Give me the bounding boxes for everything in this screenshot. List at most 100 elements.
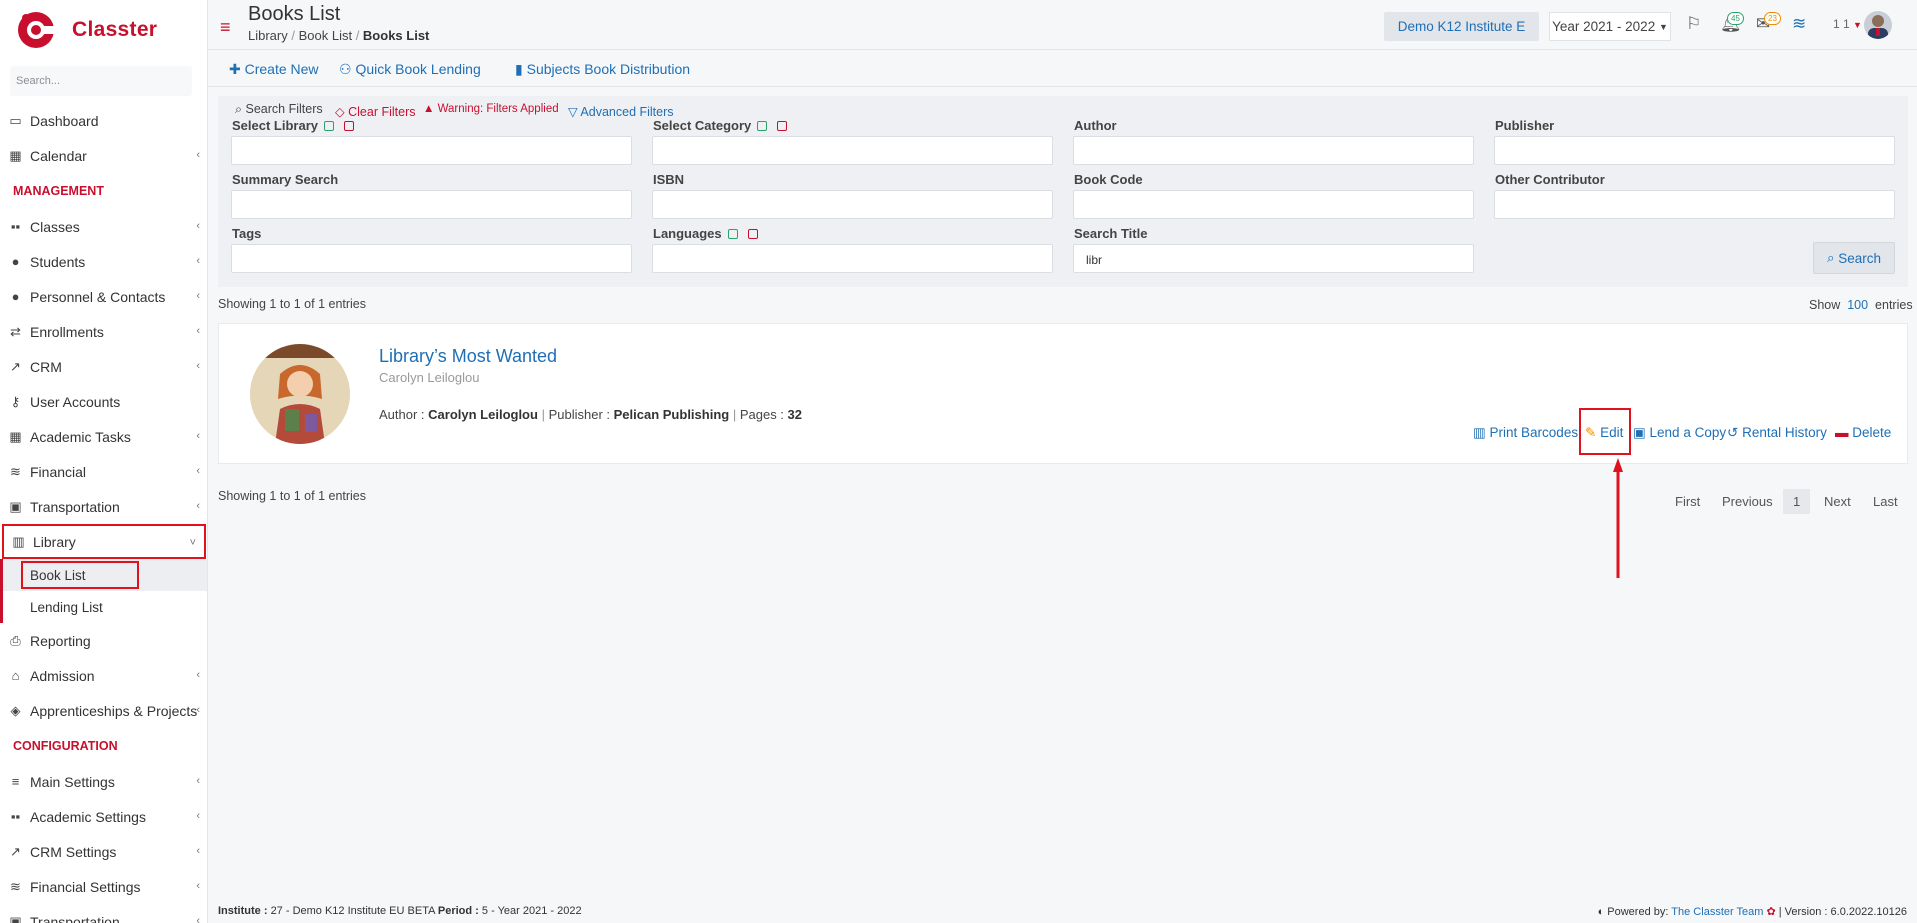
isbn-label: ISBN xyxy=(653,172,685,187)
lend-a-copy-button[interactable]: ▣ Lend a Copy xyxy=(1633,425,1726,441)
user-menu[interactable]: 1 1 ▼ xyxy=(1833,17,1862,31)
tags-input[interactable] xyxy=(231,244,632,273)
sidebar-item-students[interactable]: ● Students ‹ xyxy=(0,244,207,279)
sidebar-item-dashboard[interactable]: ▭ Dashboard xyxy=(0,103,207,138)
breadcrumb-book-list[interactable]: Book List xyxy=(299,28,352,43)
sidebar-search-input[interactable]: Search... xyxy=(10,66,192,96)
sidebar-item-label: Admission xyxy=(30,667,95,684)
sidebar-item-classes[interactable]: ▪▪ Classes ‹ xyxy=(0,209,207,244)
sidebar-subitem-lending-list[interactable]: Lending List xyxy=(0,591,207,623)
search-button[interactable]: ⌕ Search xyxy=(1813,242,1895,274)
search-title-input[interactable]: libr xyxy=(1073,244,1474,273)
isbn-input[interactable] xyxy=(652,190,1053,219)
sidebar-item-reporting[interactable]: ⎙ Reporting xyxy=(0,623,207,658)
sidebar-item-apprenticeships[interactable]: ◈ Apprenticeships & Projects ‹ xyxy=(0,693,207,728)
deselect-all-checkbox-icon[interactable] xyxy=(344,121,354,131)
classter-logo-icon xyxy=(16,10,56,50)
summary-search-input[interactable] xyxy=(231,190,632,219)
create-new-label: Create New xyxy=(244,61,319,77)
sidebar-item-library[interactable]: ▥ Library ˅ xyxy=(2,524,206,559)
year-selector[interactable]: Year 2021 - 2022 ▼ xyxy=(1549,12,1671,41)
select-all-checkbox-icon[interactable] xyxy=(757,121,768,131)
flag-icon[interactable]: ⚐ xyxy=(1686,14,1701,34)
deselect-all-checkbox-icon[interactable] xyxy=(777,121,788,131)
sidebar-item-label: Dashboard xyxy=(30,112,99,129)
version-text: | Version : 6.0.2022.10126 xyxy=(1778,906,1907,918)
chevron-left-icon: ‹ xyxy=(196,290,200,302)
publisher-meta-label: Publisher : xyxy=(548,407,610,422)
sidebar-item-user-accounts[interactable]: ⚷ User Accounts xyxy=(0,384,207,419)
book-cover-image[interactable] xyxy=(250,344,350,444)
select-all-checkbox-icon[interactable] xyxy=(727,229,738,239)
clear-filters-label: Clear Filters xyxy=(348,105,416,119)
rental-history-button[interactable]: ↺ Rental History xyxy=(1727,425,1827,441)
pagination-first[interactable]: First xyxy=(1675,494,1700,509)
messages-badge: 23 xyxy=(1764,12,1781,25)
sidebar-nav: ▭ Dashboard ▦ Calendar ‹ MANAGEMENT ▪▪ Class… xyxy=(0,103,207,923)
classter-logo-small-icon: ✿ xyxy=(1766,906,1776,918)
top-bar: ≡ Books List Library / Book List / Books… xyxy=(208,0,1917,50)
sidebar: Classter Search... ▭ Dashboard ▦ Calendar ‹… xyxy=(0,0,208,923)
quick-book-lending-button[interactable]: ⚇ Quick Book Lending xyxy=(339,61,481,78)
sidebar-item-enrollments[interactable]: ⇄ Enrollments ‹ xyxy=(0,314,207,349)
book-title-link[interactable]: Library’s Most Wanted xyxy=(379,346,557,367)
classter-team-link[interactable]: The Classter Team xyxy=(1671,906,1763,918)
quick-lending-label: Quick Book Lending xyxy=(355,61,481,77)
sidebar-item-personnel[interactable]: ● Personnel & Contacts ‹ xyxy=(0,279,207,314)
sidebar-item-label: Academic Settings xyxy=(30,808,146,825)
highlight-box xyxy=(21,561,139,589)
page-size-select[interactable]: 100 xyxy=(1847,298,1868,312)
sidebar-item-academic-tasks[interactable]: ▦ Academic Tasks ‹ xyxy=(0,419,207,454)
sidebar-item-crm[interactable]: ↗ CRM ‹ xyxy=(0,349,207,384)
sidebar-item-label: Calendar xyxy=(30,147,87,164)
chevron-left-icon: ‹ xyxy=(196,845,200,857)
other-contributor-input[interactable] xyxy=(1494,190,1895,219)
book-code-input[interactable] xyxy=(1073,190,1474,219)
author-meta-value: Carolyn Leiloglou xyxy=(428,407,538,422)
sidebar-item-admission[interactable]: ⌂ Admission ‹ xyxy=(0,658,207,693)
print-barcodes-button[interactable]: ▥ Print Barcodes xyxy=(1473,425,1578,441)
pagination-previous[interactable]: Previous xyxy=(1722,494,1773,509)
chevron-left-icon: ‹ xyxy=(196,465,200,477)
classter-logo[interactable]: Classter xyxy=(16,8,157,52)
chevron-left-icon: ‹ xyxy=(196,810,200,822)
clear-filters-button[interactable]: ◇ Clear Filters xyxy=(335,104,415,119)
pagination-last[interactable]: Last xyxy=(1873,494,1898,509)
sidebar-item-academic-settings[interactable]: ▪▪ Academic Settings ‹ xyxy=(0,799,207,834)
pagination-page-1[interactable]: 1 xyxy=(1783,489,1811,514)
create-new-button[interactable]: ✚ Create New xyxy=(229,61,319,78)
bus-icon: ▣ xyxy=(9,498,22,514)
select-category-input[interactable] xyxy=(652,136,1053,165)
sidebar-item-calendar[interactable]: ▦ Calendar ‹ xyxy=(0,138,207,173)
avatar[interactable] xyxy=(1864,11,1892,39)
sidebar-item-financial-settings[interactable]: ≋ Financial Settings ‹ xyxy=(0,869,207,904)
subjects-book-distribution-button[interactable]: ▮ Subjects Book Distribution xyxy=(515,61,690,78)
institute-value: 27 - Demo K12 Institute EU BETA xyxy=(270,905,435,917)
year-selector-label: Year 2021 - 2022 xyxy=(1552,19,1656,34)
rental-history-label: Rental History xyxy=(1742,425,1827,440)
select-library-input[interactable] xyxy=(231,136,632,165)
advanced-filters-button[interactable]: ▽ Advanced Filters xyxy=(568,104,674,119)
breadcrumb-library[interactable]: Library xyxy=(248,28,288,43)
layers-icon[interactable]: ≋ xyxy=(1792,14,1806,34)
languages-label: Languages xyxy=(653,226,758,241)
author-input[interactable] xyxy=(1073,136,1474,165)
search-filters-toggle[interactable]: ⌕ Search Filters xyxy=(235,102,323,117)
sidebar-item-label: Apprenticeships & Projects xyxy=(30,702,198,719)
sidebar-item-main-settings[interactable]: ≡ Main Settings ‹ xyxy=(0,764,207,799)
user-short-name: 1 1 xyxy=(1833,17,1850,31)
publisher-input[interactable] xyxy=(1494,136,1895,165)
sidebar-item-transportation-settings[interactable]: ▣ Transportation ‹ xyxy=(0,904,207,923)
sidebar-subitem-book-list[interactable]: Book List xyxy=(0,559,207,591)
institute-selector[interactable]: Demo K12 Institute E xyxy=(1384,12,1539,41)
delete-button[interactable]: ▬ Delete xyxy=(1835,425,1891,440)
hamburger-menu-icon[interactable]: ≡ xyxy=(220,17,231,38)
select-library-label: Select Library xyxy=(232,118,354,133)
deselect-all-checkbox-icon[interactable] xyxy=(747,229,758,239)
sidebar-item-transportation[interactable]: ▣ Transportation ‹ xyxy=(0,489,207,524)
select-all-checkbox-icon[interactable] xyxy=(324,121,334,131)
pagination-next[interactable]: Next xyxy=(1824,494,1851,509)
sidebar-item-crm-settings[interactable]: ↗ CRM Settings ‹ xyxy=(0,834,207,869)
languages-input[interactable] xyxy=(652,244,1053,273)
sidebar-item-financial[interactable]: ≋ Financial ‹ xyxy=(0,454,207,489)
